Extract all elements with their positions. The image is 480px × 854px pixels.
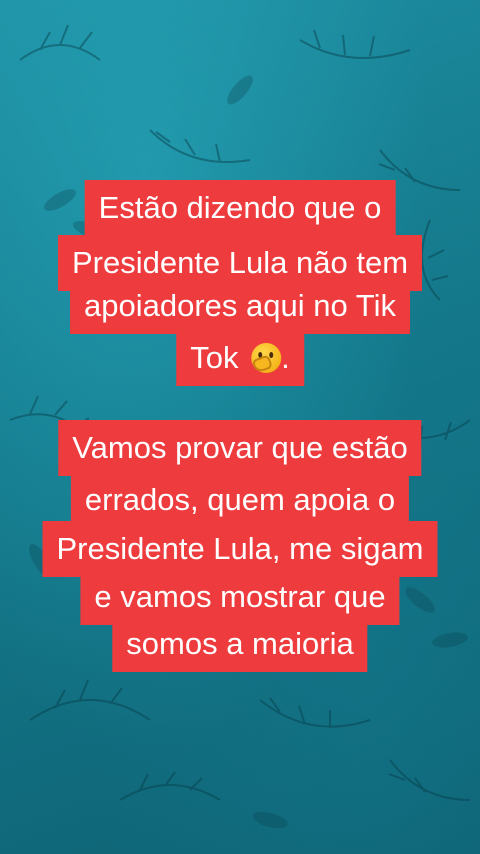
caption-1-line-4: Tok .	[176, 330, 304, 386]
thinking-face-icon	[251, 343, 282, 373]
caption-1-line-3: apoiadores aqui no Tik	[70, 278, 410, 334]
caption-2-line-5: somos a maioria	[112, 616, 368, 672]
caption-1-trailing: .	[281, 340, 290, 375]
caption-2-line-2: errados, quem apoia o	[70, 472, 410, 528]
caption-2-line-1: Vamos provar que estão	[58, 420, 422, 476]
caption-1-line-4-text: Tok	[190, 340, 239, 375]
caption-1-line-1: Estão dizendo que o	[84, 180, 396, 236]
